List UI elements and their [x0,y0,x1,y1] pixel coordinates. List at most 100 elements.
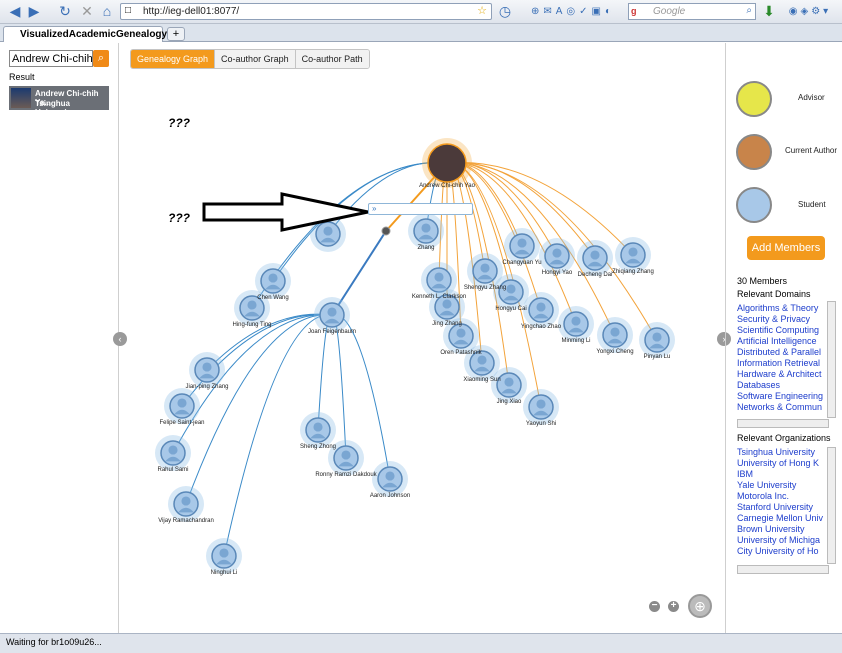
bookmark-star-icon[interactable]: ☆ [477,4,487,17]
zoom-in-icon[interactable]: + [668,601,679,612]
search-bar[interactable]: g Google ⌕ [628,3,756,20]
person-label[interactable]: Shengyu Zhang [464,285,506,291]
person-icon [202,362,212,372]
domains-vscrollbar[interactable] [827,301,836,418]
add-members-button[interactable]: Add Members [747,236,825,260]
person-icon [571,316,581,326]
person-label[interactable]: Chen Wang [257,295,288,301]
organization-link[interactable]: Carnegie Mellon Univ [737,513,837,524]
person-label[interactable]: Andrew Chi-chih Yao [419,183,475,189]
organization-link[interactable]: City University of Ho [737,546,837,557]
person-label[interactable]: Zhang [417,245,434,251]
person-label[interactable]: Yongxi Cheng [596,349,633,355]
person-label[interactable]: Changyuan Yu [502,260,541,266]
url-text: http://ieg-dell01:8077/ [143,6,240,17]
addon-icons[interactable]: ⊕✉A◎✓▣◐ [518,3,628,20]
google-icon: g [631,6,637,16]
domain-link[interactable]: Security & Privacy [737,314,837,325]
person-label[interactable]: Hongyu Cai [495,306,526,312]
person-icon [421,223,431,233]
forward-icon[interactable]: ▶ [25,3,43,20]
new-tab-button[interactable]: + [167,27,185,41]
organization-link[interactable]: University of Hong K [737,458,837,469]
pan-left-icon[interactable]: ‹ [113,332,127,346]
stop-icon[interactable]: ✕ [80,3,94,20]
extension-icons[interactable]: ◉◈⚙▾ [780,3,840,20]
magnifier-icon[interactable]: ⌕ [746,5,752,16]
person-icon [247,300,257,310]
person-label[interactable]: Minming Li [561,338,590,344]
organization-link[interactable]: University of Michiga [737,535,837,546]
organization-link[interactable]: Motorola Inc. [737,491,837,502]
domain-link[interactable]: Networks & Commun [737,402,837,413]
person-label[interactable]: Jing Zhang [432,321,462,327]
person-icon [456,328,466,338]
person-label[interactable]: Yingchao Zhao [521,324,561,330]
person-label[interactable]: Xiaoming Sun [463,377,500,383]
domain-link[interactable]: Hardware & Architect [737,369,837,380]
organization-link[interactable]: IBM [737,469,837,480]
result-label: Result [9,72,35,82]
legend-label: Student [798,200,826,209]
person-label[interactable]: Oren Patashnik [440,350,481,356]
organization-link[interactable]: Stanford University [737,502,837,513]
browser-tab[interactable]: VisualizedAcademicGenealogy [3,26,167,42]
domain-link[interactable]: Distributed & Parallel [737,347,837,358]
person-icon [268,273,278,283]
domain-link[interactable]: Information Retrieval [737,358,837,369]
person-label[interactable]: Rahul Sami [157,467,188,473]
annotation-question: ??? [168,116,190,130]
annotation-question: ??? [168,211,190,225]
person-label[interactable]: Sheng Zhong [300,444,336,450]
person-icon [442,299,452,309]
search-button[interactable]: ⌕ [93,50,109,67]
person-icon [628,247,638,257]
person-icon [327,307,337,317]
result-item[interactable]: Andrew Chi-chih Ya... Tsinghua Universi.… [9,86,109,117]
person-label[interactable]: Ronny Ramzi Dakdouk [315,472,376,478]
person-node [427,143,467,183]
orgs-vscrollbar[interactable] [827,447,836,564]
home-icon[interactable]: ⌂ [100,3,114,20]
person-icon [552,248,562,258]
download-icon[interactable]: ⬇ [762,3,776,20]
author-search-input[interactable] [9,50,93,67]
person-label[interactable]: Jian-ping Zhang [185,384,228,390]
domain-link[interactable]: Artificial Intelligence [737,336,837,347]
domains-hscrollbar[interactable] [737,419,829,428]
genealogy-graph[interactable] [120,43,724,633]
person-icon [504,377,514,387]
person-label[interactable]: Zhiqiang Zhang [612,269,654,275]
zoom-out-icon[interactable]: − [649,601,660,612]
advisor-legend-icon [736,81,772,117]
person-label[interactable]: Ninghui Li [211,570,238,576]
legend-label: Advisor [798,93,825,102]
organization-link[interactable]: Tsinghua University [737,447,837,458]
right-panel: Advisor Current Author Student Add Membe… [725,43,842,633]
organization-link[interactable]: Yale University [737,480,837,491]
person-icon [341,450,351,460]
person-label[interactable]: Hongyi Yao [542,270,572,276]
person-label[interactable]: Aaron Johnson [370,493,410,499]
person-label[interactable]: Vijay Ramachandran [158,518,214,524]
domain-link[interactable]: Databases [737,380,837,391]
domain-link[interactable]: Algorithms & Theory [737,303,837,314]
organization-link[interactable]: Brown University [737,524,837,535]
reload-icon[interactable]: ↻ [58,3,72,20]
person-label[interactable]: Felipe Saint-jean [159,420,204,426]
url-bar[interactable]: □ http://ieg-dell01:8077/ ☆ [120,3,492,20]
person-label[interactable]: Yaoyun Shi [526,421,556,427]
graph-edge [185,314,333,505]
domain-link[interactable]: Software Engineering [737,391,837,402]
person-label[interactable]: Kenneth L. Clarkson [412,294,466,300]
back-icon[interactable]: ◀ [6,3,24,20]
person-label[interactable]: Hing-fung Ting [232,322,271,328]
person-label[interactable]: Decheng Dai [578,272,613,278]
domain-link[interactable]: Scientific Computing [737,325,837,336]
person-label[interactable]: Joan Feigenbaum [308,329,356,335]
orgs-hscrollbar[interactable] [737,565,829,574]
recenter-icon[interactable]: ⊕ [688,594,712,618]
history-icon[interactable]: ◷ [498,3,512,20]
person-label[interactable]: Jing Xiao [497,399,522,405]
person-label[interactable]: Pinyan Lu [644,354,671,360]
